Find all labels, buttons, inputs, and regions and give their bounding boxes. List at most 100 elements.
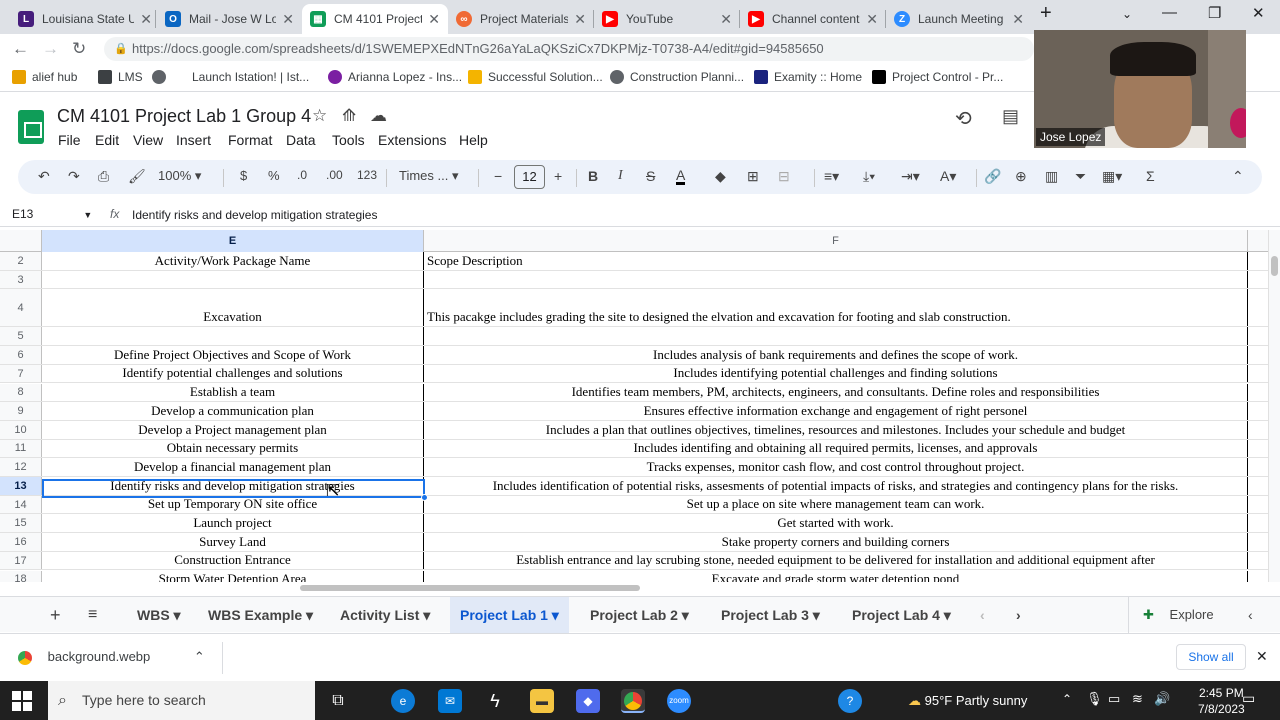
filter-icon[interactable]: ⏷ [1075, 168, 1086, 185]
bookmark-arianna[interactable]: Arianna Lopez - Ins... [328, 70, 462, 84]
close-window-icon[interactable]: ✕ [1252, 4, 1265, 22]
cell-scope[interactable]: Establish entrance and lay scrubing ston… [424, 551, 1248, 570]
row-header[interactable]: 15 [0, 514, 42, 533]
bookmark-istation[interactable]: Launch Istation! | Ist... [152, 70, 309, 84]
bookmark-construction-planning[interactable]: Construction Planni... [610, 70, 744, 84]
bookmark-project-control[interactable]: Project Control - Pr... [872, 70, 1003, 84]
all-sheets-icon[interactable]: ≡ [88, 597, 97, 633]
formula-input[interactable]: Identify risks and develop mitigation st… [132, 208, 377, 222]
new-tab-icon[interactable]: + [1040, 2, 1052, 25]
sheet-tab-activity-list[interactable]: Activity List ▾ [340, 597, 430, 633]
scroll-tabs-left-icon[interactable]: ‹ [980, 597, 985, 633]
cell-activity[interactable]: Storm Water Detention Area [42, 570, 424, 582]
download-item[interactable]: background.webp ⌃ [18, 649, 205, 665]
name-box[interactable]: E13 ▼ [12, 207, 92, 221]
bookmark-examity[interactable]: Examity :: Home [754, 70, 862, 84]
row-header[interactable]: 5 [0, 327, 42, 346]
maximize-icon[interactable]: ❐ [1208, 4, 1221, 22]
row-header[interactable]: 13 [0, 477, 42, 495]
sheet-tab-wbs-example[interactable]: WBS Example ▾ [208, 597, 313, 633]
row-header[interactable]: 3 [0, 270, 42, 289]
row-header[interactable]: 10 [0, 420, 42, 439]
minimize-icon[interactable]: — [1162, 4, 1177, 21]
close-icon[interactable]: ✕ [1012, 11, 1024, 28]
cell-scope[interactable]: This pacakge includes grading the site t… [424, 289, 1248, 327]
sheet-tab-project-lab-2[interactable]: Project Lab 2 ▾ [590, 597, 689, 633]
bookmark-lms[interactable]: LMS [98, 70, 143, 84]
taskbar-clock[interactable]: 2:45 PM 7/8/2023 [1198, 685, 1245, 717]
functions-icon[interactable]: Σ [1146, 168, 1155, 184]
cell-scope[interactable]: Ensures effective information exchange a… [424, 402, 1248, 420]
windows-start-icon[interactable] [12, 691, 32, 711]
scroll-tabs-right-icon[interactable]: › [1016, 597, 1021, 633]
close-icon[interactable]: ✕ [866, 11, 878, 28]
row-header[interactable]: 4 [0, 289, 42, 327]
notifications-icon[interactable]: ▭ [1242, 690, 1255, 707]
cell-activity[interactable]: Obtain necessary permits [42, 439, 424, 458]
close-icon[interactable]: ✕ [428, 11, 440, 28]
sheets-logo-icon[interactable] [18, 110, 44, 144]
more-formats-button[interactable]: 123 [357, 168, 377, 182]
cell-scope[interactable]: Includes identifing and obtaining all re… [424, 439, 1248, 458]
row-header[interactable]: 18 [0, 570, 42, 582]
percent-format-button[interactable]: % [268, 168, 280, 183]
tab-asana[interactable]: ∞ Project Materials ✕ [448, 4, 594, 34]
cell-activity[interactable] [42, 327, 424, 346]
zoom-select[interactable]: 100% ▾ [158, 168, 201, 184]
row-header[interactable]: 6 [0, 346, 42, 364]
text-color-icon[interactable]: A [676, 168, 686, 185]
tab-search-icon[interactable]: ⌄ [1122, 7, 1132, 21]
menu-data[interactable]: Data [286, 132, 316, 148]
horizontal-align-icon[interactable]: ≡▾ [824, 168, 839, 185]
sheet-tab-project-lab-4[interactable]: Project Lab 4 ▾ [852, 597, 951, 633]
cell-scope[interactable]: Includes identifying potential challenge… [424, 364, 1248, 383]
row-header[interactable]: 12 [0, 458, 42, 476]
bold-icon[interactable]: B [588, 168, 598, 184]
redo-icon[interactable]: ↷ [68, 168, 80, 185]
sheet-tab-wbs[interactable]: WBS ▾ [137, 597, 181, 633]
microphone-icon[interactable]: 🎙 [1086, 691, 1103, 707]
cell-activity[interactable]: Construction Entrance [42, 551, 424, 570]
app-launcher-icon[interactable]: ◆ [576, 689, 600, 713]
url-input[interactable]: 🔒 https://docs.google.com/spreadsheets/d… [104, 37, 1034, 61]
battery-icon[interactable]: ▭ [1108, 691, 1120, 707]
tab-channel-content[interactable]: ▶ Channel content ✕ [740, 4, 886, 34]
mail-icon[interactable]: ✉ [438, 689, 462, 713]
help-icon[interactable]: ? [838, 689, 862, 713]
cell-activity[interactable] [42, 270, 424, 289]
sheet-tab-project-lab-1[interactable]: Project Lab 1 ▾ [450, 597, 569, 633]
vertical-align-icon[interactable]: ⤓▾ [863, 168, 875, 185]
chevron-up-icon[interactable]: ⌃ [194, 649, 205, 664]
close-icon[interactable]: ✕ [140, 11, 152, 28]
bookmark-alief-hub[interactable]: alief hub [12, 70, 77, 84]
cell-scope[interactable]: Includes analysis of bank requirements a… [424, 346, 1248, 364]
menu-file[interactable]: File [58, 132, 81, 148]
horizontal-scrollbar[interactable] [0, 582, 1268, 594]
task-view-icon[interactable]: ⧉ [326, 689, 350, 713]
file-explorer-icon[interactable]: ▬ [530, 689, 554, 713]
text-rotation-icon[interactable]: A▾ [940, 168, 956, 185]
cell-activity[interactable]: Survey Land [42, 533, 424, 551]
cell-scope[interactable]: Get started with work. [424, 514, 1248, 533]
tab-lsu[interactable]: L Louisiana State U ✕ [10, 4, 160, 34]
decrease-font-size-icon[interactable]: − [494, 168, 502, 184]
back-icon[interactable]: ← [12, 39, 29, 59]
column-header-f[interactable]: F [424, 230, 1248, 252]
tab-mail[interactable]: O Mail - Jose W Lop ✕ [157, 4, 302, 34]
menu-format[interactable]: Format [228, 132, 272, 148]
document-title[interactable]: CM 4101 Project Lab 1 Group 4 [57, 106, 311, 127]
chrome-taskbar-icon[interactable] [621, 689, 645, 713]
cloud-status-icon[interactable]: ☁ [370, 106, 387, 126]
currency-format-button[interactable]: $ [240, 168, 247, 183]
cell-activity[interactable]: Activity/Work Package Name [42, 252, 424, 270]
cell-scope[interactable]: Stake property corners and building corn… [424, 533, 1248, 551]
insert-link-icon[interactable]: 🔗 [984, 168, 1001, 185]
tab-sheets[interactable]: ▦ CM 4101 Project ✕ [302, 4, 448, 34]
row-header[interactable]: 2 [0, 252, 42, 270]
cell-scope[interactable]: Scope Description [424, 252, 1248, 270]
cell-scope[interactable]: Set up a place on site where management … [424, 495, 1248, 514]
close-icon[interactable]: ✕ [282, 11, 294, 28]
menu-help[interactable]: Help [459, 132, 488, 148]
italic-icon[interactable]: I [618, 168, 623, 184]
cell-activity[interactable]: Develop a financial management plan [42, 458, 424, 476]
